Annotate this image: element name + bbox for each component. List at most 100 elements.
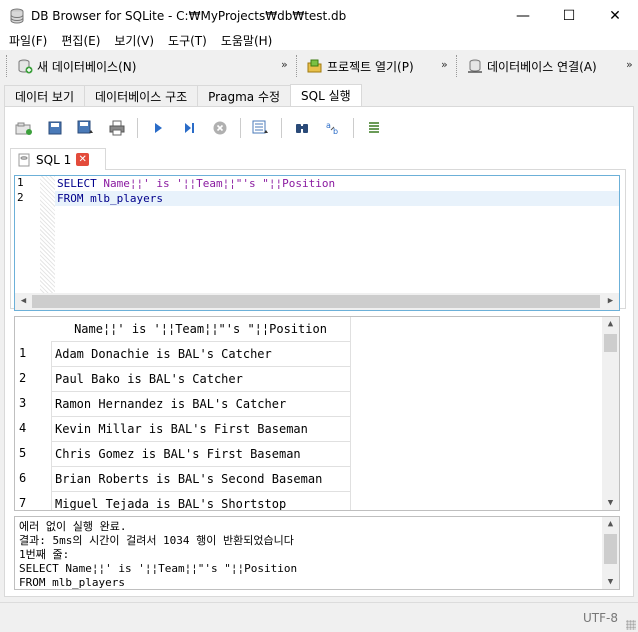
tab-execute-sql[interactable]: SQL 실행 [290,84,362,106]
editor-horizontal-scrollbar[interactable]: ◀ ▶ [15,293,619,310]
table-row[interactable]: 4 Kevin Millar is BAL's First Baseman [15,416,351,441]
save-results-button[interactable] [247,116,275,140]
table-cell[interactable]: Paul Bako is BAL's Catcher [51,366,351,391]
scroll-up-icon[interactable]: ▲ [602,319,619,329]
comment-lines-icon [369,122,379,133]
message-vertical-scrollbar[interactable]: ▲ ▼ [602,517,619,589]
sql-tab[interactable]: SQL 1 ✕ [10,148,106,170]
print-button[interactable] [103,116,131,140]
resize-grip-icon[interactable] [626,620,636,630]
table-row[interactable]: 6 Brian Roberts is BAL's Second Baseman [15,466,351,491]
row-number: 5 [19,446,27,460]
sql-editor[interactable]: 1 2 SELECT Name¦¦' is '¦¦Team¦¦"'s "¦¦Po… [14,175,620,311]
comment-lines-button[interactable] [360,116,388,140]
connect-database-label: 데이터베이스 연결(A) [487,59,597,74]
new-database-button[interactable]: 새 데이터베이스(N) [13,54,140,78]
line-number: 2 [17,191,24,204]
menu-bar: 파일(F) 편집(E) 보기(V) 도구(T) 도움말(H) [0,31,638,50]
tab-browse-data[interactable]: 데이터 보기 [4,85,86,106]
menu-view[interactable]: 보기(V) [107,32,161,49]
scrollbar-thumb[interactable] [604,534,617,564]
binoculars-icon [296,124,308,133]
toolbar-separator [240,118,241,138]
sql-file-icon [18,153,30,166]
menu-tools[interactable]: 도구(T) [161,32,214,49]
toolbar-overflow-1[interactable]: » [281,58,288,71]
close-tab-icon[interactable]: ✕ [76,153,90,166]
find-replace-button[interactable]: a b [319,116,347,140]
title-bar: DB Browser for SQLite - C:₩MyProjects₩db… [0,0,638,31]
close-button[interactable]: ✕ [592,0,638,31]
sql-table-name: mlb_players [90,192,163,205]
execute-all-button[interactable] [144,116,172,140]
step-icon [185,123,194,133]
scroll-down-icon[interactable]: ▼ [602,577,619,587]
execute-current-line-button[interactable] [175,116,203,140]
message-line: 1번째 줄: [19,548,70,561]
table-cell[interactable]: Miguel Tejada is BAL's Shortstop [51,491,351,510]
menu-file[interactable]: 파일(F) [2,32,54,49]
svg-text:a: a [326,121,331,130]
scroll-down-icon[interactable]: ▼ [602,498,619,508]
toolbar-grip[interactable] [6,55,9,77]
row-number: 3 [19,396,27,410]
main-tabs: 데이터 보기 데이터베이스 구조 Pragma 수정 SQL 실행 [4,84,362,106]
scroll-left-icon[interactable]: ◀ [15,296,32,306]
toolbar-grip[interactable] [296,55,299,77]
table-row[interactable]: 2 Paul Bako is BAL's Catcher [15,366,351,391]
play-icon [155,123,162,133]
table-row[interactable]: 3 Ramon Hernandez is BAL's Catcher [15,391,351,416]
printer-icon [109,120,125,136]
sql-keyword: SELECT [57,177,104,190]
toolbar-overflow-2[interactable]: » [441,58,448,71]
table-cell[interactable]: Chris Gomez is BAL's First Baseman [51,441,351,466]
status-bar: UTF-8 [0,602,638,632]
message-line: 에러 없이 실행 완료. [19,520,127,533]
table-cell[interactable]: Brian Roberts is BAL's Second Baseman [51,466,351,491]
database-app-icon [10,8,24,24]
message-pane[interactable]: 에러 없이 실행 완료. 결과: 5ms의 시간이 걸려서 1034 행이 반환… [14,516,620,590]
open-tab-button[interactable] [10,116,38,140]
scrollbar-thumb[interactable] [604,334,617,352]
sql-keyword: FROM [57,192,91,205]
tab-edit-pragmas[interactable]: Pragma 수정 [197,85,292,106]
toolbar-overflow-3[interactable]: » [626,58,633,71]
minimize-button[interactable]: — [500,0,546,31]
line-number: 1 [17,176,24,189]
toolbar-separator [137,118,138,138]
table-cell[interactable]: Ramon Hernandez is BAL's Catcher [51,391,351,416]
sql-tab-label: SQL 1 [36,152,72,167]
maximize-button[interactable]: ☐ [546,0,592,31]
new-database-label: 새 데이터베이스(N) [37,59,137,74]
table-row[interactable]: 7 Miguel Tejada is BAL's Shortstop [15,491,351,510]
message-line: SELECT Name¦¦' is '¦¦Team¦¦"'s "¦¦Positi… [19,562,298,575]
toolbar-grip[interactable] [456,55,459,77]
results-vertical-scrollbar[interactable]: ▲ ▼ [602,317,619,510]
stop-execution-button[interactable] [206,116,234,140]
save-sql-file-icon [77,120,93,134]
row-number: 1 [19,346,27,360]
table-cell[interactable]: Adam Donachie is BAL's Catcher [51,341,351,366]
column-header[interactable]: Name¦¦' is '¦¦Team¦¦"'s "¦¦Position [51,317,351,341]
menu-help[interactable]: 도움말(H) [214,32,280,49]
table-row[interactable]: 5 Chris Gomez is BAL's First Baseman [15,441,351,466]
menu-edit[interactable]: 편집(E) [54,32,107,49]
open-sql-file-button[interactable] [41,116,69,140]
results-grid[interactable]: Name¦¦' is '¦¦Team¦¦"'s "¦¦Position 1 Ada… [14,316,620,511]
scrollbar-thumb[interactable] [32,295,600,308]
message-line: FROM mlb_players [19,576,125,589]
find-text-button[interactable] [288,116,316,140]
encoding-label: UTF-8 [583,611,618,625]
open-project-button[interactable]: 프로젝트 열기(P) [303,54,418,78]
connect-database-button[interactable]: 데이터베이스 연결(A) [463,54,601,78]
tab-database-structure[interactable]: 데이터베이스 구조 [84,85,199,106]
save-sql-file-button[interactable] [72,116,100,140]
toolbar-separator [353,118,354,138]
row-number: 2 [19,371,27,385]
scroll-up-icon[interactable]: ▲ [602,519,619,529]
row-number: 7 [19,496,27,510]
table-row[interactable]: 1 Adam Donachie is BAL's Catcher [15,341,351,366]
scroll-right-icon[interactable]: ▶ [602,296,619,306]
table-cell[interactable]: Kevin Millar is BAL's First Baseman [51,416,351,441]
code-line: SELECT Name¦¦' is '¦¦Team¦¦"'s "¦¦Positi… [57,176,335,191]
